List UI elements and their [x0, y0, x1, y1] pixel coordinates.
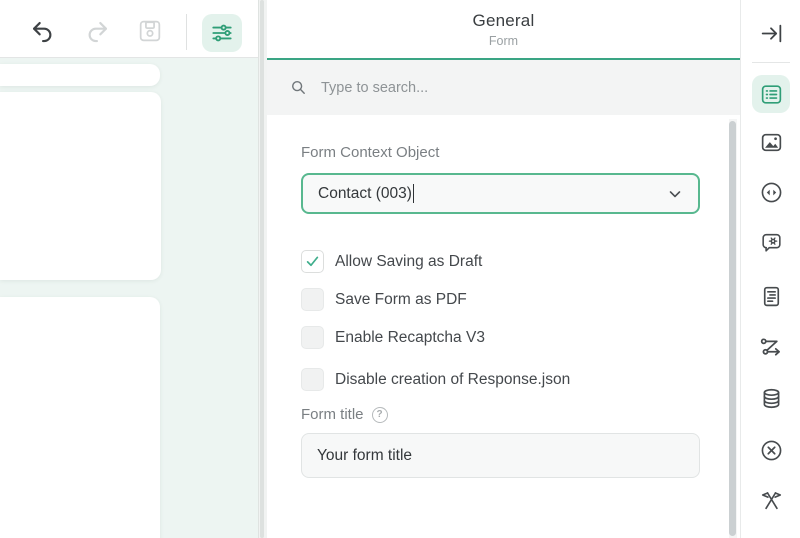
form-title-input[interactable]: Your form title — [301, 433, 700, 478]
canvas-scrollbar-thumb[interactable] — [260, 0, 264, 538]
page-subtitle: Form — [267, 34, 740, 48]
checkbox-recaptcha[interactable]: Enable Recaptcha V3 — [301, 326, 700, 349]
checkbox-box[interactable] — [301, 250, 324, 273]
tab-finish[interactable] — [753, 482, 789, 518]
collapse-panel-icon — [759, 21, 784, 46]
comment-settings-icon — [759, 230, 784, 255]
checkbox-disable-response-json[interactable]: Disable creation of Response.json — [301, 368, 700, 391]
tab-general-settings[interactable] — [752, 75, 790, 113]
form-settings-button[interactable] — [202, 14, 242, 52]
general-settings-icon — [759, 82, 784, 107]
database-icon — [759, 386, 784, 411]
form-canvas — [0, 58, 258, 538]
toolbar — [0, 0, 258, 58]
settings-sliders-icon — [209, 20, 235, 46]
checkbox-group: Allow Saving as Draft Save Form as PDF — [301, 250, 700, 391]
tab-media-toggle[interactable] — [753, 174, 789, 210]
checkbox-label: Disable creation of Response.json — [335, 371, 570, 389]
finish-flags-icon — [759, 488, 784, 513]
tab-comment-settings[interactable] — [753, 224, 789, 260]
right-icon-sidebar — [740, 0, 800, 538]
tab-close-actions[interactable] — [753, 432, 789, 468]
canvas-card — [0, 92, 161, 280]
checkbox-label: Enable Recaptcha V3 — [335, 329, 485, 347]
media-toggle-icon — [759, 180, 784, 205]
checkbox-label: Save Form as PDF — [335, 291, 467, 309]
collapse-panel-button[interactable] — [753, 15, 789, 51]
document-icon — [759, 284, 784, 309]
context-object-label: Form Context Object — [301, 144, 700, 162]
search-icon — [289, 78, 308, 97]
search-input[interactable]: Type to search... — [267, 60, 740, 115]
checkbox-save-pdf[interactable]: Save Form as PDF — [301, 288, 700, 311]
tab-images[interactable] — [753, 124, 789, 160]
undo-icon — [29, 18, 56, 45]
sidebar-divider — [752, 62, 790, 63]
context-object-value: Contact (003) — [318, 185, 412, 203]
context-object-select[interactable]: Contact (003) — [301, 173, 700, 214]
panel-body: Form Context Object Contact (003) — [267, 115, 740, 536]
checkbox-label: Allow Saving as Draft — [335, 253, 482, 271]
chevron-down-icon — [666, 185, 684, 203]
close-circle-icon — [759, 438, 784, 463]
toolbar-divider — [186, 14, 187, 50]
form-title-label: Form title — [301, 406, 364, 424]
settings-panel: General Form Type to search... Form Cont… — [267, 0, 740, 538]
save-button[interactable] — [135, 16, 165, 46]
tab-document[interactable] — [753, 278, 789, 314]
checkbox-box[interactable] — [301, 326, 324, 349]
check-icon — [305, 254, 320, 269]
tab-data-source[interactable] — [753, 380, 789, 416]
form-title-value: Your form title — [317, 447, 412, 465]
search-placeholder: Type to search... — [321, 80, 428, 96]
checkbox-allow-saving-draft[interactable]: Allow Saving as Draft — [301, 250, 700, 273]
save-icon — [136, 17, 164, 45]
panel-scrollbar[interactable] — [729, 119, 737, 538]
redo-button[interactable] — [82, 16, 112, 46]
checkbox-box[interactable] — [301, 288, 324, 311]
form-title-field: Form title ? Your form title — [301, 406, 700, 478]
tab-workflow[interactable] — [753, 329, 789, 365]
redo-icon — [84, 18, 111, 45]
text-caret — [413, 184, 415, 203]
panel-header: General Form — [267, 0, 740, 60]
checkbox-box[interactable] — [301, 368, 324, 391]
image-icon — [759, 130, 784, 155]
canvas-card — [0, 297, 160, 538]
workflow-icon — [758, 334, 784, 360]
panel-scrollbar-thumb[interactable] — [729, 121, 736, 536]
undo-button[interactable] — [27, 16, 57, 46]
help-icon[interactable]: ? — [372, 407, 388, 423]
page-title: General — [267, 11, 740, 31]
form-designer-app: General Form Type to search... Form Cont… — [0, 0, 800, 538]
canvas-card — [0, 64, 160, 86]
